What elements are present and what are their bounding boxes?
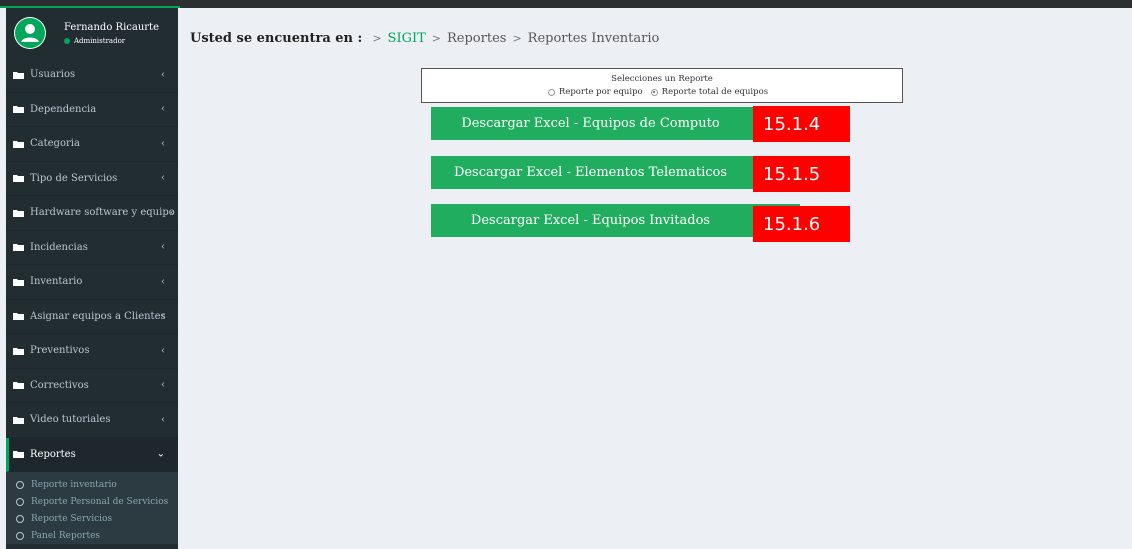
annotation-tag: 15.1.6 <box>753 206 850 242</box>
user-name: Fernando Ricaurte <box>64 22 159 33</box>
circle-outline-icon <box>16 480 24 489</box>
annotation-tag: 15.1.5 <box>753 156 850 192</box>
submenu-item-label: Reporte inventario <box>31 479 117 490</box>
breadcrumb-item-current: Reportes Inventario <box>527 31 660 46</box>
folder-icon <box>13 451 24 459</box>
folder-icon <box>13 140 24 148</box>
breadcrumb-separator: > <box>372 32 382 45</box>
chevron-left-icon: ‹ <box>161 414 165 426</box>
sidebar-item-label: Inventario <box>30 276 83 288</box>
user-role-label: Administrador <box>74 37 126 45</box>
sidebar-item-usuarios[interactable]: Usuarios ‹ <box>6 58 178 93</box>
submenu-item-panel-reportes[interactable]: Panel Reportes <box>6 527 178 544</box>
folder-icon <box>13 347 24 355</box>
sidebar-item-inventario[interactable]: Inventario ‹ <box>6 265 178 300</box>
breadcrumb-label: Usted se encuentra en : <box>190 31 363 46</box>
user-role: Administrador <box>64 37 159 45</box>
radio-reporte-total[interactable] <box>650 88 658 96</box>
submenu-item-reporte-servicios[interactable]: Reporte Servicios <box>6 510 178 527</box>
sidebar-item-label: Video tutoriales <box>30 414 111 426</box>
sidebar-item-label: Usuarios <box>30 69 76 81</box>
sidebar-item-label: Dependencia <box>30 103 97 115</box>
circle-outline-icon <box>16 497 24 506</box>
chevron-left-icon: ‹ <box>161 138 165 150</box>
report-selector-title: Selecciones un Reporte <box>611 74 713 84</box>
folder-icon <box>13 106 24 114</box>
download-excel-computo-button[interactable]: Descargar Excel - Equipos de Computo <box>431 107 800 140</box>
chevron-left-icon: ‹ <box>161 172 165 184</box>
annotation-tag: 15.1.4 <box>753 106 850 142</box>
circle-outline-icon <box>16 531 24 540</box>
breadcrumb-item-reportes[interactable]: Reportes <box>447 31 506 46</box>
download-excel-invitados-button[interactable]: Descargar Excel - Equipos Invitados <box>431 204 800 237</box>
radio-label: Reporte por equipo <box>558 87 643 97</box>
sidebar-item-label: Hardware software y equipo <box>30 207 175 219</box>
sidebar-item-reportes[interactable]: Reportes ⌄ <box>6 437 178 472</box>
sidebar-item-dependencia[interactable]: Dependencia ‹ <box>6 93 178 127</box>
sidebar-item-label: Categoria <box>30 138 80 150</box>
sidebar-item-categoria[interactable]: Categoria ‹ <box>6 127 178 162</box>
breadcrumb: Usted se encuentra en : > SIGIT > Report… <box>190 31 659 46</box>
folder-icon <box>13 175 24 183</box>
chevron-left-icon: ‹ <box>161 69 165 81</box>
sidebar-item-tipo-de-servicios[interactable]: Tipo de Servicios ‹ <box>6 162 178 196</box>
sidebar: Fernando Ricaurte Administrador Usuarios… <box>6 8 178 549</box>
folder-icon <box>13 209 24 217</box>
submenu-item-label: Reporte Servicios <box>31 513 113 524</box>
user-avatar-icon[interactable] <box>14 17 46 49</box>
sidebar-item-label: Correctivos <box>30 379 89 391</box>
folder-icon <box>13 244 24 252</box>
download-excel-telematicos-button[interactable]: Descargar Excel - Elementos Telematicos <box>431 156 800 189</box>
folder-icon <box>13 278 24 286</box>
sidebar-item-label: Tipo de Servicios <box>30 172 118 184</box>
sidebar-item-incidencias[interactable]: Incidencias ‹ <box>6 231 178 265</box>
breadcrumb-separator: > <box>512 32 522 45</box>
sidebar-item-correctivos[interactable]: Correctivos ‹ <box>6 369 178 403</box>
chevron-left-icon: ‹ <box>161 345 165 357</box>
folder-icon <box>13 416 24 424</box>
sidebar-item-label: Incidencias <box>30 241 88 253</box>
folder-icon <box>13 382 24 390</box>
online-dot-icon <box>64 38 70 44</box>
chevron-left-icon: ‹ <box>170 207 174 219</box>
chevron-left-icon: ‹ <box>161 241 165 253</box>
submenu-item-label: Panel Reportes <box>31 530 101 541</box>
submenu-item-reporte-personal[interactable]: Reporte Personal de Servicios <box>6 493 178 510</box>
chevron-left-icon: ‹ <box>161 379 165 391</box>
breadcrumb-link-sigit[interactable]: SIGIT <box>388 31 426 46</box>
folder-icon <box>13 313 24 321</box>
breadcrumb-separator: > <box>431 32 441 45</box>
circle-outline-icon <box>16 514 24 523</box>
radio-label: Reporte total de equipos <box>661 87 769 97</box>
chevron-left-icon: ‹ <box>161 276 165 288</box>
sidebar-item-label: Asignar equipos a Clientes <box>30 310 166 322</box>
chevron-left-icon: ‹ <box>161 103 165 115</box>
user-panel: Fernando Ricaurte Administrador <box>6 8 178 58</box>
sidebar-item-video-tutoriales[interactable]: Video tutoriales ‹ <box>6 403 178 438</box>
submenu-item-label: Reporte Personal de Servicios <box>31 496 169 507</box>
sidebar-item-preventivos[interactable]: Preventivos ‹ <box>6 334 178 369</box>
sidebar-item-label: Preventivos <box>30 345 90 357</box>
sidebar-item-asignar-equipos[interactable]: Asignar equipos a Clientes ‹ <box>6 300 178 334</box>
sidebar-item-label: Reportes <box>30 448 76 460</box>
sidebar-item-hardware[interactable]: Hardware software y equipo ‹ <box>6 196 178 231</box>
submenu-item-reporte-inventario[interactable]: Reporte inventario <box>6 476 178 493</box>
chevron-down-icon: ⌄ <box>156 448 165 460</box>
radio-reporte-por-equipo[interactable] <box>547 88 555 96</box>
chevron-left-icon: ‹ <box>161 310 165 322</box>
reportes-submenu: Reporte inventario Reporte Personal de S… <box>6 472 178 544</box>
report-selector: Selecciones un Reporte Reporte por equip… <box>421 68 903 103</box>
folder-icon <box>13 71 24 79</box>
